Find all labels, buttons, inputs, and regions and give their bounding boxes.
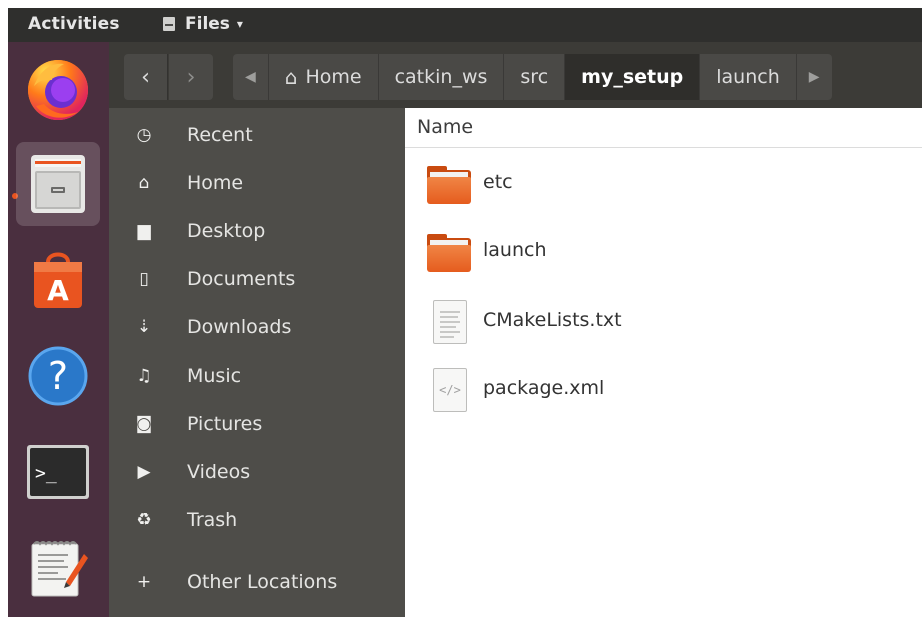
svg-text:?: ?	[48, 354, 68, 398]
breadcrumb-launch[interactable]: launch	[700, 54, 797, 100]
sidebar-item-label: Documents	[187, 268, 296, 290]
arrow-right-icon: ▶	[808, 69, 820, 85]
svg-text:>_: >_	[35, 463, 57, 484]
sidebar-item-documents[interactable]: ▯ Documents	[109, 257, 405, 301]
music-icon: ♫	[136, 366, 152, 386]
camera-icon: ◙	[135, 414, 153, 434]
breadcrumb-label: Home	[305, 66, 362, 88]
file-row-cmakelists[interactable]: CMakeLists.txt	[405, 294, 922, 354]
trash-icon: ♻	[136, 510, 152, 530]
svg-text:A: A	[47, 274, 69, 307]
sidebar-item-music[interactable]: ♫ Music	[109, 354, 405, 398]
sidebar-item-label: Other Locations	[187, 571, 338, 593]
sidebar-item-label: Downloads	[187, 316, 292, 338]
home-icon: ⌂	[138, 173, 150, 193]
text-editor-icon	[31, 541, 88, 597]
file-name: etc	[483, 171, 513, 193]
terminal-icon: >_	[27, 445, 89, 499]
file-name: package.xml	[483, 377, 605, 399]
dock-item-terminal[interactable]: >_	[16, 430, 100, 514]
chevron-left-icon: ‹	[141, 64, 150, 90]
dock-item-help[interactable]: ?	[16, 334, 100, 418]
chevron-right-icon: ›	[186, 64, 196, 90]
sidebar-item-label: Pictures	[187, 413, 263, 435]
column-header-label: Name	[417, 116, 474, 138]
breadcrumb-scroll-right-button[interactable]: ▶	[797, 54, 832, 100]
breadcrumb-scroll-left-button[interactable]: ◀	[233, 54, 269, 100]
breadcrumb-src[interactable]: src	[504, 54, 566, 100]
activities-button[interactable]: Activities	[28, 14, 120, 34]
video-icon: ▶	[137, 462, 151, 482]
document-icon: ▯	[139, 269, 149, 289]
breadcrumb-home[interactable]: ⌂ Home	[269, 54, 379, 100]
xml-file-icon: </>	[427, 368, 473, 414]
top-bar: Activities Files ▾	[8, 8, 922, 42]
app-menu[interactable]: Files ▾	[162, 14, 243, 34]
file-manager-icon	[31, 155, 85, 213]
sidebar-item-label: Videos	[187, 461, 251, 483]
sidebar-item-home[interactable]: ⌂ Home	[109, 161, 405, 205]
header-bar: ‹ › ◀ ⌂ Home catkin_ws src my_setup laun…	[109, 42, 922, 108]
file-row-etc[interactable]: etc	[405, 156, 922, 216]
sidebar-item-pictures[interactable]: ◙ Pictures	[109, 402, 405, 446]
folder-icon	[427, 162, 473, 208]
sidebar-item-desktop[interactable]: ▆ Desktop	[109, 209, 405, 253]
breadcrumb-catkin-ws[interactable]: catkin_ws	[379, 54, 505, 100]
file-row-launch[interactable]: launch	[405, 224, 922, 284]
clock-icon: ◷	[136, 125, 152, 145]
app-menu-label: Files	[185, 14, 230, 34]
breadcrumb: ◀ ⌂ Home catkin_ws src my_setup launch ▶	[233, 54, 832, 100]
dock: A ? >_	[8, 42, 109, 617]
dock-item-firefox[interactable]	[16, 46, 100, 130]
file-list-view: Name etc launch CMakeLists.txt </> packa…	[405, 108, 922, 617]
software-store-icon: A	[34, 252, 82, 308]
sidebar-item-label: Music	[187, 365, 242, 387]
column-header-name[interactable]: Name	[405, 108, 922, 148]
file-name: launch	[483, 239, 547, 261]
home-icon: ⌂	[284, 65, 298, 89]
sidebar-item-label: Recent	[187, 124, 253, 146]
sidebar-item-other-locations[interactable]: + Other Locations	[109, 560, 405, 604]
breadcrumb-my-setup[interactable]: my_setup	[565, 54, 701, 100]
dock-item-text-editor[interactable]	[16, 526, 100, 610]
dock-item-files[interactable]	[16, 142, 100, 226]
forward-button[interactable]: ›	[169, 54, 213, 100]
back-button[interactable]: ‹	[124, 54, 168, 100]
sidebar-item-label: Home	[187, 172, 244, 194]
file-row-package-xml[interactable]: </> package.xml	[405, 362, 922, 422]
file-name: CMakeLists.txt	[483, 309, 622, 331]
download-icon: ⇣	[136, 317, 152, 337]
chevron-down-icon: ▾	[236, 17, 243, 31]
sidebar-item-trash[interactable]: ♻ Trash	[109, 498, 405, 542]
file-manager-icon	[162, 16, 176, 32]
sidebar-item-label: Trash	[187, 509, 238, 531]
places-sidebar: ◷ Recent ⌂ Home ▆ Desktop ▯ Documents ⇣ …	[109, 108, 405, 617]
sidebar-item-recent[interactable]: ◷ Recent	[109, 113, 405, 157]
text-file-icon	[427, 300, 473, 346]
folder-icon: ▆	[137, 221, 151, 241]
sidebar-item-videos[interactable]: ▶ Videos	[109, 450, 405, 494]
folder-icon	[427, 230, 473, 276]
dock-item-software[interactable]: A	[16, 238, 100, 322]
firefox-icon	[28, 60, 88, 120]
arrow-left-icon: ◀	[245, 69, 256, 85]
plus-icon: +	[136, 572, 152, 592]
sidebar-item-label: Desktop	[187, 220, 266, 242]
help-icon: ?	[28, 346, 88, 406]
sidebar-item-downloads[interactable]: ⇣ Downloads	[109, 305, 405, 349]
